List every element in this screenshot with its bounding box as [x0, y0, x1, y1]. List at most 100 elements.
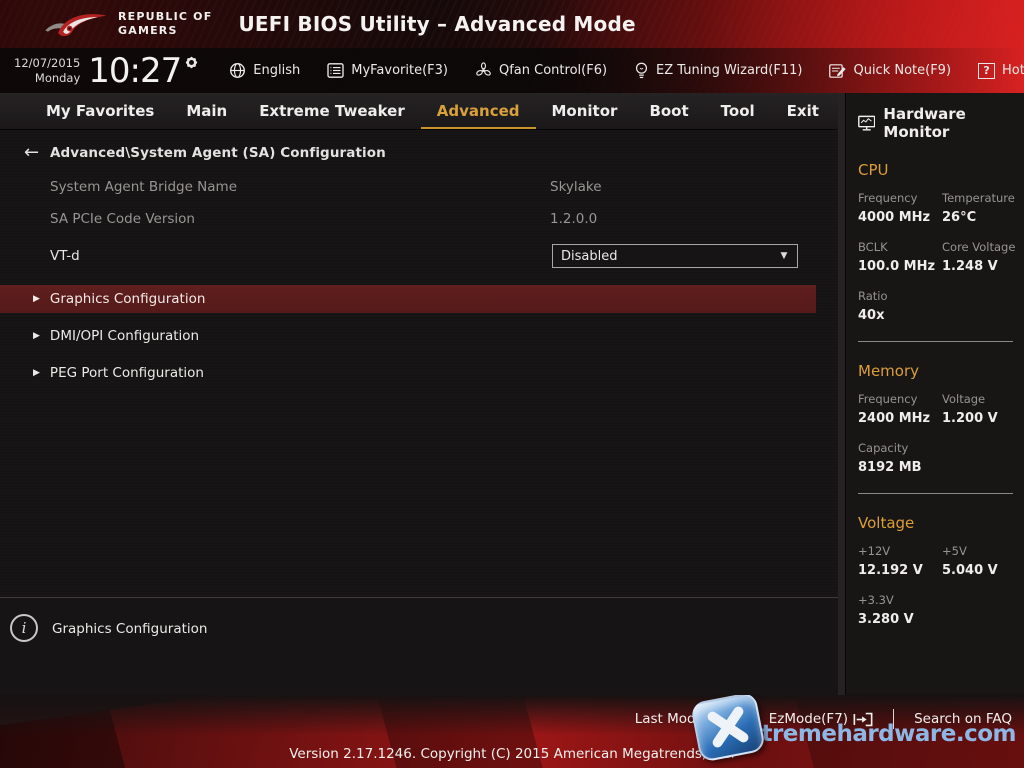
ez-mode-button[interactable]: EzMode(F7)	[769, 711, 873, 727]
tab-advanced[interactable]: Advanced	[421, 102, 536, 129]
favorite-list-icon	[327, 63, 344, 78]
content-row: My Favorites Main Extreme Tweaker Advanc…	[0, 93, 1024, 695]
hw-item-voltage-5v: +5V 5.040 V	[942, 544, 1024, 578]
hw-section-heading: Voltage	[858, 514, 1024, 532]
hw-item-cpu-core-voltage: Core Voltage 1.248 V	[942, 240, 1024, 274]
hw-item-voltage-12v: +12V 12.192 V	[858, 544, 942, 578]
qfan-button[interactable]: Qfan Control(F6)	[475, 62, 607, 79]
submenu-arrow-icon: ▶	[33, 331, 40, 341]
hw-section-memory: Memory Frequency 2400 MHz Voltage 1.200 …	[858, 362, 1024, 494]
tab-exit[interactable]: Exit	[771, 102, 835, 129]
main-column: My Favorites Main Extreme Tweaker Advanc…	[0, 93, 838, 695]
clock-settings-gear-icon[interactable]	[184, 55, 199, 70]
ez-tuning-button[interactable]: EZ Tuning Wizard(F11)	[634, 62, 802, 79]
hot-keys-label: Hot Keys	[1002, 63, 1024, 78]
footer-links: Last Modified EzMode(F7) Search on FAQ	[635, 709, 1012, 729]
hw-item-voltage-3v3: +3.3V 3.280 V	[858, 593, 942, 627]
hw-section-heading: Memory	[858, 362, 1024, 380]
ez-tuning-label: EZ Tuning Wizard(F11)	[656, 63, 802, 78]
datetime: 12/07/2015 Monday 10:27	[14, 51, 199, 91]
hw-item-memory-capacity: Capacity 8192 MB	[858, 441, 942, 475]
info-icon: i	[10, 614, 38, 642]
chevron-down-icon: ▼	[771, 251, 797, 261]
exit-to-ezmode-icon	[853, 712, 873, 727]
brand-line1: REPUBLIC OF	[118, 10, 212, 24]
hw-item-memory-frequency: Frequency 2400 MHz	[858, 392, 942, 426]
quick-note-label: Quick Note(F9)	[853, 63, 951, 78]
submenu-graphics-configuration[interactable]: ▶ Graphics Configuration	[0, 285, 816, 313]
hw-divider	[858, 493, 1013, 494]
note-pencil-icon	[829, 63, 846, 79]
globe-icon	[229, 62, 246, 79]
tab-main[interactable]: Main	[170, 102, 243, 129]
settings-panel: ← Advanced\System Agent (SA) Configurati…	[0, 130, 838, 597]
clock-value: 10:27	[88, 51, 181, 91]
submenu-peg-port-configuration[interactable]: ▶ PEG Port Configuration	[0, 359, 816, 387]
back-arrow-icon[interactable]: ←	[24, 142, 50, 163]
myfavorite-label: MyFavorite(F3)	[351, 63, 448, 78]
param-row-pcie-version: SA PCIe Code Version 1.2.0.0	[0, 211, 838, 227]
language-button[interactable]: English	[229, 62, 300, 79]
submenu-dmi-opi-configuration[interactable]: ▶ DMI/OPI Configuration	[0, 322, 816, 350]
ez-mode-label: EzMode(F7)	[769, 711, 848, 727]
title-banner: REPUBLIC OF GAMERS UEFI BIOS Utility – A…	[0, 0, 1024, 48]
tab-my-favorites[interactable]: My Favorites	[30, 102, 170, 129]
page-title: UEFI BIOS Utility – Advanced Mode	[238, 12, 635, 36]
submenu-arrow-icon: ▶	[33, 368, 40, 378]
toolbar: 12/07/2015 Monday 10:27	[0, 48, 1024, 93]
date-value: 12/07/2015	[14, 56, 80, 71]
param-row-bridge-name: System Agent Bridge Name Skylake	[0, 179, 838, 195]
scrollbar[interactable]	[838, 93, 845, 695]
hw-item-memory-voltage: Voltage 1.200 V	[942, 392, 1024, 426]
fan-icon	[475, 62, 492, 79]
hw-section-cpu: CPU Frequency 4000 MHz Temperature 26°C …	[858, 161, 1024, 342]
hw-item-cpu-temperature: Temperature 26°C	[942, 191, 1024, 225]
toolbar-items: English MyFavorite(F3)	[229, 62, 1024, 79]
hw-item-cpu-frequency: Frequency 4000 MHz	[858, 191, 942, 225]
hw-divider	[858, 341, 1013, 342]
date-block: 12/07/2015 Monday	[14, 56, 80, 86]
hw-item-cpu-ratio: Ratio 40x	[858, 289, 942, 323]
footer-separator	[893, 709, 894, 729]
brand-line2: GAMERS	[118, 24, 212, 38]
hw-item-cpu-bclk: BCLK 100.0 MHz	[858, 240, 942, 274]
breadcrumb: Advanced\System Agent (SA) Configuration	[50, 145, 386, 161]
header: REPUBLIC OF GAMERS UEFI BIOS Utility – A…	[0, 0, 1024, 93]
search-on-faq-button[interactable]: Search on FAQ	[914, 711, 1012, 727]
lightbulb-icon	[634, 62, 649, 79]
description-text: Graphics Configuration	[52, 612, 207, 637]
hardware-monitor-title: Hardware Monitor	[883, 105, 1024, 141]
submenu-label: DMI/OPI Configuration	[50, 328, 199, 344]
quick-note-button[interactable]: Quick Note(F9)	[829, 63, 951, 79]
day-value: Monday	[14, 71, 80, 86]
myfavorite-button[interactable]: MyFavorite(F3)	[327, 63, 448, 78]
description-panel: i Graphics Configuration	[0, 597, 838, 695]
hardware-monitor-title-row: Hardware Monitor	[858, 93, 1024, 141]
tab-monitor[interactable]: Monitor	[536, 102, 634, 129]
hw-section-heading: CPU	[858, 161, 1024, 179]
rog-logo-icon	[44, 6, 108, 42]
vtd-dropdown[interactable]: Disabled ▼	[552, 244, 798, 268]
qfan-label: Qfan Control(F6)	[499, 63, 607, 78]
tab-extreme-tweaker[interactable]: Extreme Tweaker	[243, 102, 421, 129]
brand-text: REPUBLIC OF GAMERS	[118, 10, 212, 38]
param-value: Skylake	[550, 179, 602, 195]
param-value: 1.2.0.0	[550, 211, 597, 227]
monitor-icon	[858, 115, 875, 132]
version-text: Version 2.17.1246. Copyright (C) 2015 Am…	[0, 746, 1024, 762]
footer: Last Modified EzMode(F7) Search on FAQ V…	[0, 695, 1024, 768]
param-label: SA PCIe Code Version	[50, 211, 550, 227]
submenu-group: ▶ Graphics Configuration ▶ DMI/OPI Confi…	[0, 285, 838, 387]
language-label: English	[253, 63, 300, 78]
breadcrumb-row: ← Advanced\System Agent (SA) Configurati…	[0, 130, 838, 163]
last-modified-button[interactable]: Last Modified	[635, 711, 725, 727]
hot-keys-button[interactable]: ? Hot Keys	[978, 63, 1024, 79]
tab-boot[interactable]: Boot	[633, 102, 704, 129]
vtd-setting-row: VT-d Disabled ▼	[0, 244, 838, 268]
menu-tabbar: My Favorites Main Extreme Tweaker Advanc…	[0, 93, 838, 130]
question-mark-icon: ?	[978, 63, 995, 79]
hardware-monitor-panel: Hardware Monitor CPU Frequency 4000 MHz …	[845, 93, 1024, 695]
submenu-arrow-icon: ▶	[33, 294, 40, 304]
bios-screen: REPUBLIC OF GAMERS UEFI BIOS Utility – A…	[0, 0, 1024, 768]
tab-tool[interactable]: Tool	[705, 102, 771, 129]
